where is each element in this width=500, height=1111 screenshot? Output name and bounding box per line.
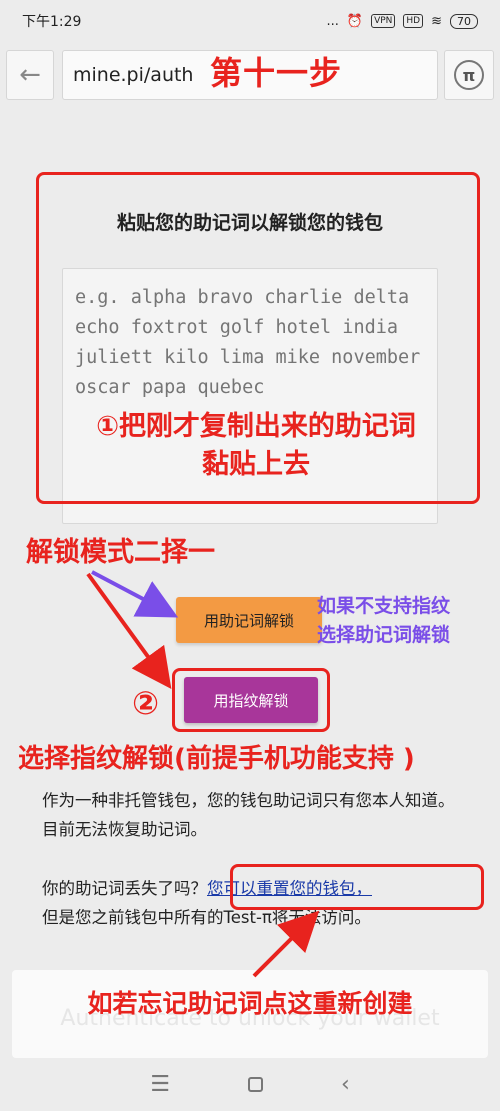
- forgot-annotation: 如若忘记助记词点这重新创建: [87, 989, 413, 1018]
- battery-icon: 70: [450, 13, 478, 29]
- status-icons: ... ⏰ VPN HD ≋ 70: [326, 13, 478, 29]
- alarm-icon: ⏰: [346, 13, 364, 29]
- reset-link-highlight-frame: [230, 864, 484, 910]
- step-two-marker: ②: [132, 684, 160, 722]
- home-icon[interactable]: [247, 1077, 263, 1092]
- non-custodial-info-text: 作为一种非托管钱包，您的钱包助记词只有您本人知道。 目前无法恢复助记词。: [42, 791, 455, 839]
- url-text: mine.pi/auth: [73, 64, 194, 86]
- status-bar: 下午1:29 ... ⏰ VPN HD ≋ 70: [0, 0, 500, 42]
- pi-browser-button[interactable]: π: [444, 50, 494, 100]
- system-nav-bar: ☰ ‹: [0, 1058, 500, 1111]
- mnemonic-annotation-line1: 如果不支持指纹: [317, 595, 451, 617]
- back-button[interactable]: ←: [6, 50, 54, 100]
- paste-annotation-number: ①: [96, 411, 119, 442]
- step-annotation: 第十一步: [210, 54, 343, 92]
- lost-tail: 但是您之前钱包中所有的Test-π将无法访问。: [42, 908, 371, 927]
- wifi-icon: ≋: [431, 13, 442, 29]
- arrow-to-mnemonic-button: [91, 570, 179, 618]
- unlock-with-fingerprint-button[interactable]: 用指纹解锁: [184, 677, 318, 723]
- paste-annotation: ①把刚才复制出来的助记词 黏贴上去: [56, 408, 456, 484]
- mode-annotation: 解锁模式二择一: [26, 537, 215, 568]
- more-dots-icon: ...: [326, 13, 339, 29]
- mnemonic-annotation: 如果不支持指纹 选择助记词解锁: [317, 592, 450, 650]
- lost-question: 你的助记词丢失了吗？: [42, 879, 207, 898]
- mnemonic-annotation-line2: 选择助记词解锁: [317, 624, 451, 646]
- pi-logo-icon: π: [454, 60, 484, 90]
- arrow-to-fingerprint-button: [86, 572, 172, 689]
- arrow-left-icon: ←: [19, 60, 41, 90]
- signal-icon: HD: [403, 14, 424, 28]
- vpn-icon: VPN: [371, 14, 396, 28]
- back-icon[interactable]: ‹: [341, 1072, 350, 1097]
- status-time: 下午1:29: [22, 14, 82, 30]
- unlock-with-passphrase-button[interactable]: 用助记词解锁: [176, 597, 322, 643]
- paste-annotation-line1: 把刚才复制出来的助记词: [118, 411, 416, 442]
- paste-annotation-line2: 黏贴上去: [202, 449, 310, 480]
- menu-icon[interactable]: ☰: [150, 1072, 170, 1097]
- fingerprint-annotation: 选择指纹解锁(前提手机功能支持 ): [18, 744, 415, 774]
